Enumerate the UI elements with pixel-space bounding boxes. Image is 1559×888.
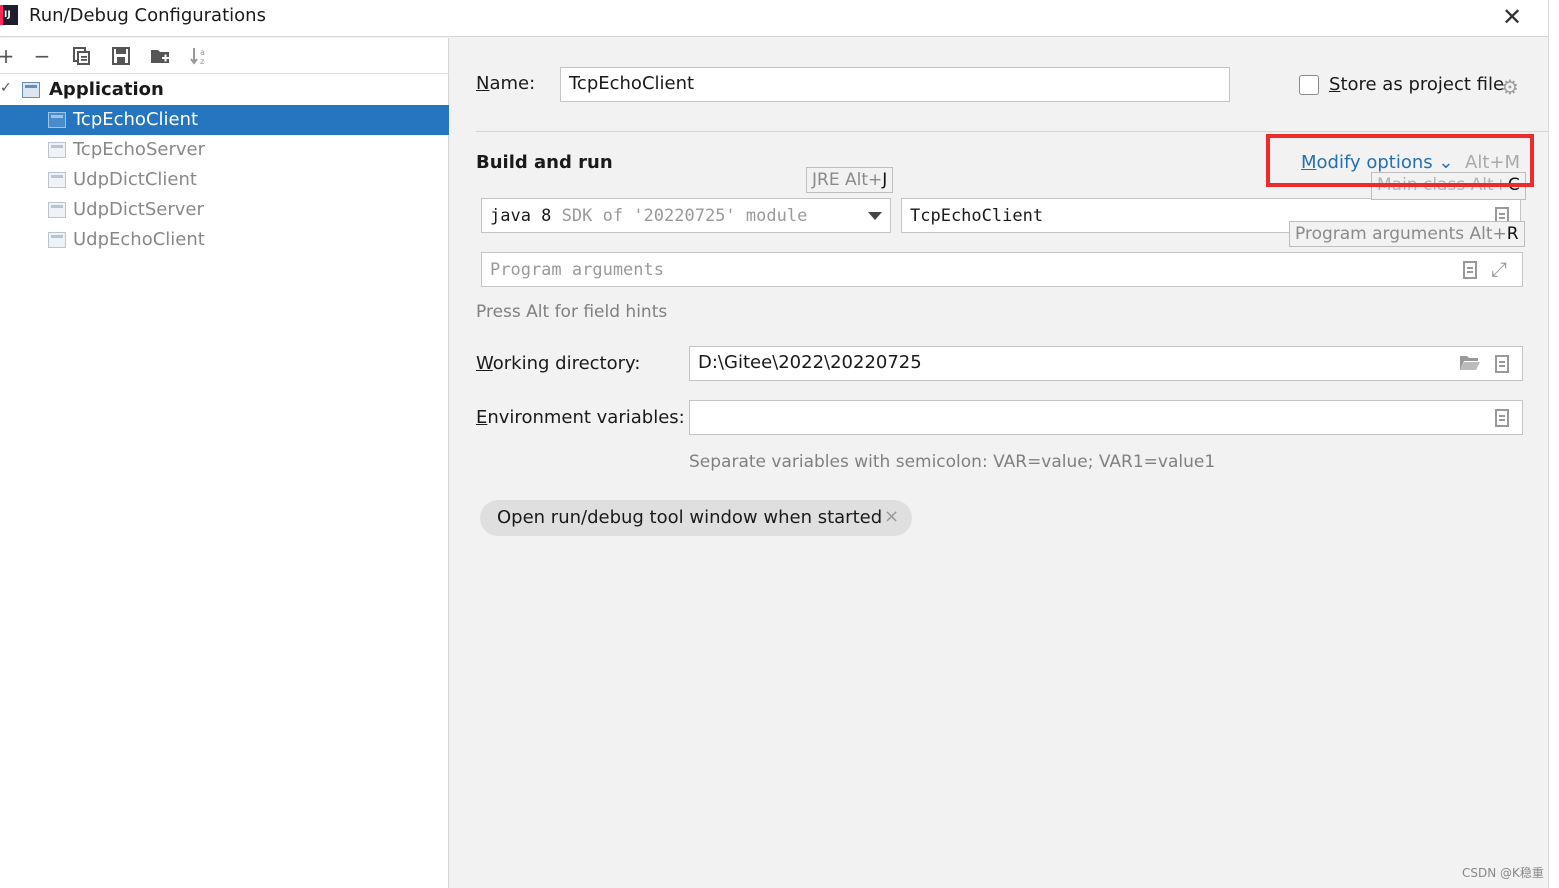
store-as-project-file-label[interactable]: Store as project file	[1329, 74, 1504, 95]
tree-item[interactable]: UdpDictClient	[0, 165, 449, 195]
configurations-panel: + − az ✓ Application TcpEchoClient TcpEc…	[0, 38, 449, 888]
svg-text:a: a	[200, 48, 205, 57]
tree-group-label: Application	[49, 79, 164, 100]
name-input[interactable]: TcpEchoClient	[560, 67, 1230, 102]
jre-description: SDK of '20220725' module	[561, 206, 808, 226]
chevron-down-icon[interactable]: ✓	[0, 80, 12, 96]
chip-label: Open run/debug tool window when started	[497, 507, 883, 528]
folder-icon[interactable]	[1459, 352, 1481, 377]
build-and-run-heading: Build and run	[476, 152, 613, 173]
jre-combobox[interactable]: java 8 SDK of '20220725' module	[481, 198, 891, 233]
tree-item[interactable]: TcpEchoServer	[0, 135, 449, 165]
store-as-project-file-checkbox[interactable]	[1299, 75, 1319, 95]
window-title: Run/Debug Configurations	[29, 5, 266, 26]
copy-configuration-icon[interactable]	[71, 44, 93, 68]
application-config-icon	[48, 202, 66, 218]
separator	[476, 131, 1548, 132]
program-arguments-field-hint: Program arguments Alt+R	[1289, 221, 1525, 247]
working-directory-value: D:\Gitee\2022\20220725	[698, 352, 922, 373]
edit-environment-variables-icon[interactable]	[1495, 409, 1509, 427]
tree-item[interactable]: TcpEchoClient	[0, 105, 449, 135]
program-arguments-input[interactable]: Program arguments ⤢	[481, 252, 1523, 287]
svg-text:z: z	[200, 57, 204, 66]
jre-combobox-value: java 8 SDK of '20220725' module	[490, 206, 807, 226]
environment-variables-label: Environment variables:	[476, 407, 685, 428]
open-tool-window-option-chip[interactable]: Open run/debug tool window when started …	[480, 500, 912, 536]
configurations-toolbar: + − az	[0, 38, 449, 74]
title-bar: IJ Run/Debug Configurations ✕	[0, 0, 1548, 37]
name-input-value: TcpEchoClient	[569, 73, 695, 94]
configurations-tree: ✓ Application TcpEchoClient TcpEchoServe…	[0, 75, 449, 255]
sort-alphabetically-icon[interactable]: az	[188, 44, 210, 68]
jre-version: java 8	[490, 206, 552, 226]
tree-item-label: TcpEchoServer	[73, 139, 205, 160]
watermark: CSDN @K稳重	[1462, 866, 1544, 880]
remove-configuration-button[interactable]: −	[31, 44, 53, 68]
tree-item-label: UdpDictServer	[73, 199, 204, 220]
tree-item-label: UdpDictClient	[73, 169, 197, 190]
close-icon[interactable]: ×	[884, 506, 899, 527]
add-configuration-button[interactable]: +	[0, 44, 17, 68]
tree-item-label: TcpEchoClient	[73, 109, 199, 130]
application-config-icon	[48, 232, 66, 248]
application-config-icon	[48, 112, 66, 128]
save-configuration-icon[interactable]	[110, 44, 132, 68]
tree-item[interactable]: UdpEchoClient	[0, 225, 449, 255]
new-folder-icon[interactable]	[149, 44, 171, 68]
highlight-box	[1266, 134, 1534, 187]
tree-item-label: UdpEchoClient	[73, 229, 205, 250]
close-icon[interactable]: ✕	[1502, 3, 1522, 31]
dropdown-arrow-icon[interactable]	[868, 212, 882, 220]
gear-icon[interactable]: ⚙	[1501, 75, 1519, 99]
working-directory-label: Working directory:	[476, 353, 641, 374]
application-config-icon	[48, 172, 66, 188]
jre-field-hint: JRE Alt+J	[806, 167, 894, 193]
macros-icon[interactable]	[1463, 261, 1477, 279]
environment-variables-help: Separate variables with semicolon: VAR=v…	[689, 452, 1216, 472]
expand-icon[interactable]: ⤢	[1491, 257, 1507, 281]
scrollbar[interactable]	[1548, 0, 1559, 888]
program-arguments-placeholder: Program arguments	[490, 260, 664, 280]
intellij-logo-icon: IJ	[0, 5, 18, 25]
press-alt-hint: Press Alt for field hints	[476, 302, 668, 322]
macros-icon[interactable]	[1495, 355, 1509, 373]
environment-variables-input[interactable]	[689, 400, 1523, 435]
configuration-editor: Name: TcpEchoClient Store as project fil…	[450, 38, 1548, 888]
working-directory-input[interactable]: D:\Gitee\2022\20220725	[689, 346, 1523, 381]
tree-item[interactable]: UdpDictServer	[0, 195, 449, 225]
main-class-value: TcpEchoClient	[910, 206, 1044, 226]
tree-group-application[interactable]: ✓ Application	[0, 75, 449, 105]
application-folder-icon	[22, 82, 40, 98]
name-label: Name:	[476, 73, 536, 94]
application-config-icon	[48, 142, 66, 158]
